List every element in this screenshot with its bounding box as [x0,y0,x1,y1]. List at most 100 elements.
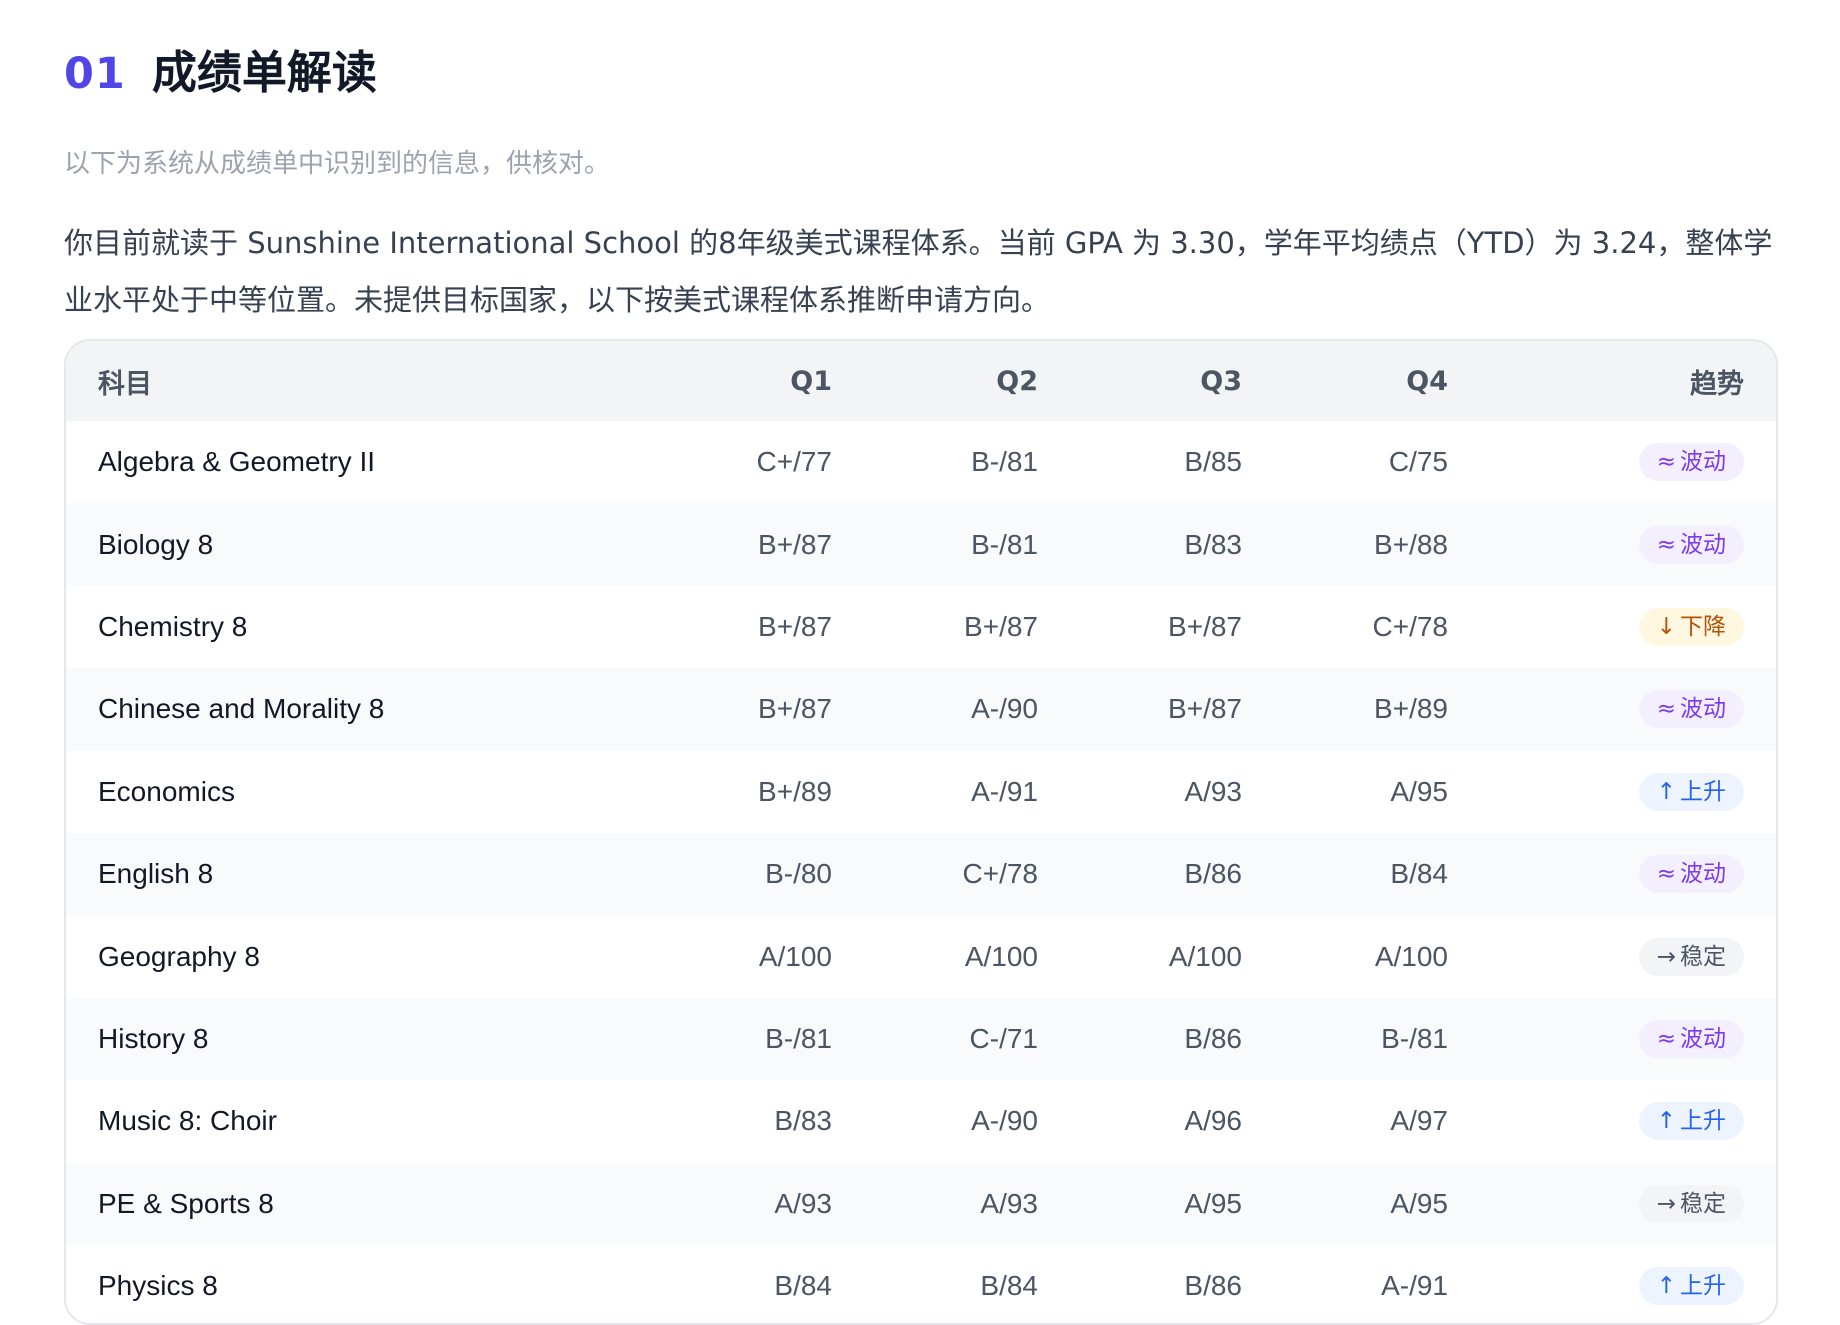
trend-badge: ≈ 波动 [1638,1019,1744,1058]
arrow-up-icon: ↑ [1656,1273,1676,1300]
trend-cell: ↑ 上升 [1480,1245,1776,1323]
trend-label: 波动 [1680,696,1726,723]
approx-icon: ≈ [1656,696,1676,723]
trend-label: 下降 [1680,613,1726,640]
trend-cell: ≈ 波动 [1480,833,1776,915]
trend-badge: ↓ 下降 [1638,607,1744,646]
table-row: Biology 8 B+/87 B-/81 B/83 B+/88 ≈ 波动 [66,503,1776,586]
q3-grade-cell: A/93 [1184,775,1242,807]
subject-cell: PE & Sports 8 [98,1187,274,1219]
arrow-up-icon: ↑ [1656,778,1676,805]
trend-label: 上升 [1680,1273,1726,1300]
table-body: Algebra & Geometry II C+/77 B-/81 B/85 C/75 ≈… [66,421,1776,1323]
trend-cell: ≈ 波动 [1480,421,1776,503]
table-header: 科目 Q1 Q2 Q3 Q4 趋势 [66,341,1776,421]
q1-grade-cell: B-/81 [765,1022,832,1054]
q1-grade-cell: B+/87 [758,528,832,560]
trend-cell: ≈ 波动 [1480,503,1776,585]
q4-grade-cell: B+/89 [1374,693,1448,725]
trend-cell: ≈ 波动 [1480,668,1776,750]
grades-table-card: 科目 Q1 Q2 Q3 Q4 趋势 Algebra & Geometry II C… [64,339,1778,1325]
q2-grade-cell: C+/78 [962,858,1039,890]
trend-label: 波动 [1680,449,1726,476]
trend-cell: → 稳定 [1480,1163,1776,1245]
trend-label: 上升 [1680,778,1726,805]
q3-grade-cell: B+/87 [1168,693,1242,725]
header-q1: Q1 [790,365,832,397]
header-q2: Q2 [996,365,1038,397]
section-number: 01 [64,49,126,99]
trend-label: 稳定 [1680,943,1726,970]
subject-cell: Geography 8 [98,940,260,972]
trend-badge: → 稳定 [1638,937,1744,976]
trend-label: 上升 [1680,1108,1726,1135]
q3-grade-cell: B/86 [1184,1022,1242,1054]
section-header: 01 成绩单解读 [64,36,1776,99]
trend-badge: ≈ 波动 [1638,525,1744,564]
q2-grade-cell: B+/87 [964,610,1038,642]
subject-cell: Biology 8 [98,528,214,560]
trend-label: 稳定 [1680,1190,1726,1217]
q1-grade-cell: B/83 [774,1105,832,1137]
q1-grade-cell: B/84 [774,1270,832,1302]
q2-grade-cell: A/100 [964,940,1038,972]
intro-summary: 你目前就读于 Sunshine International School 的8年… [64,226,1773,317]
trend-cell: ↑ 上升 [1480,1080,1776,1162]
subject-cell: Physics 8 [98,1270,218,1302]
subject-cell: Algebra & Geometry II [98,446,376,478]
q1-grade-cell: C+/77 [756,446,833,478]
arrow-right-icon: → [1656,943,1676,970]
q4-grade-cell: A/100 [1374,940,1448,972]
subject-cell: Chinese and Morality 8 [98,693,385,725]
q2-grade-cell: A-/91 [971,775,1038,807]
header-subject: 科目 [98,368,152,400]
q1-grade-cell: B+/87 [758,610,832,642]
subject-cell: History 8 [98,1022,209,1054]
q1-grade-cell: A/93 [774,1187,832,1219]
q2-grade-cell: A-/90 [971,693,1038,725]
q4-grade-cell: A/95 [1390,775,1448,807]
arrow-up-icon: ↑ [1656,1108,1676,1135]
q3-grade-cell: B/83 [1184,528,1242,560]
trend-cell: ↓ 下降 [1480,586,1776,668]
table-row: Chemistry 8 B+/87 B+/87 B+/87 C+/78 ↓ 下降 [66,586,1776,668]
q4-grade-cell: B-/81 [1381,1022,1448,1054]
q2-grade-cell: C-/71 [969,1022,1038,1054]
arrow-right-icon: → [1656,1190,1676,1217]
transcript-section: 01 成绩单解读 以下为系统从成绩单中识别到的信息，供核对。 你目前就读于 Su… [0,0,1840,329]
q2-grade-cell: B-/81 [971,528,1038,560]
header-q4: Q4 [1406,365,1448,397]
intro-hint: 以下为系统从成绩单中识别到的信息，供核对。 [64,149,611,179]
q4-grade-cell: A/95 [1390,1187,1448,1219]
table-row: PE & Sports 8 A/93 A/93 A/95 A/95 → 稳定 [66,1162,1776,1245]
table-row: Physics 8 B/84 B/84 B/86 A-/91 ↑ 上升 [66,1245,1776,1323]
table-row: History 8 B-/81 C-/71 B/86 B-/81 ≈ 波动 [66,997,1776,1081]
q3-grade-cell: B/86 [1184,858,1242,890]
approx-icon: ≈ [1656,531,1676,558]
table-row: English 8 B-/80 C+/78 B/86 B/84 ≈ 波动 [66,832,1776,916]
q2-grade-cell: B-/81 [971,446,1038,478]
header-trend: 趋势 [1690,368,1744,400]
table-row: Chinese and Morality 8 B+/87 A-/90 B+/87 B+/… [66,668,1776,751]
q3-grade-cell: B/86 [1184,1270,1242,1302]
approx-icon: ≈ [1656,861,1676,888]
q4-grade-cell: C/75 [1388,446,1448,478]
q3-grade-cell: B/85 [1184,446,1242,478]
table-row: Music 8: Choir B/83 A-/90 A/96 A/97 ↑ 上升 [66,1080,1776,1162]
trend-label: 波动 [1680,1025,1726,1052]
q2-grade-cell: A-/90 [971,1105,1038,1137]
trend-badge: ≈ 波动 [1638,690,1744,729]
q4-grade-cell: A/97 [1390,1105,1448,1137]
grades-table: 科目 Q1 Q2 Q3 Q4 趋势 Algebra & Geometry II C… [66,341,1776,1323]
trend-badge: ↑ 上升 [1638,1267,1744,1306]
trend-cell: ↑ 上升 [1480,751,1776,833]
trend-badge: → 稳定 [1638,1184,1744,1223]
table-row: Geography 8 A/100 A/100 A/100 A/100 → 稳定 [66,915,1776,997]
arrow-down-icon: ↓ [1656,613,1676,640]
q2-grade-cell: A/93 [980,1187,1038,1219]
header-row: 科目 Q1 Q2 Q3 Q4 趋势 [66,341,1776,421]
section-title: 成绩单解读 [151,46,377,99]
q3-grade-cell: A/95 [1184,1187,1242,1219]
approx-icon: ≈ [1656,1025,1676,1052]
approx-icon: ≈ [1656,449,1676,476]
